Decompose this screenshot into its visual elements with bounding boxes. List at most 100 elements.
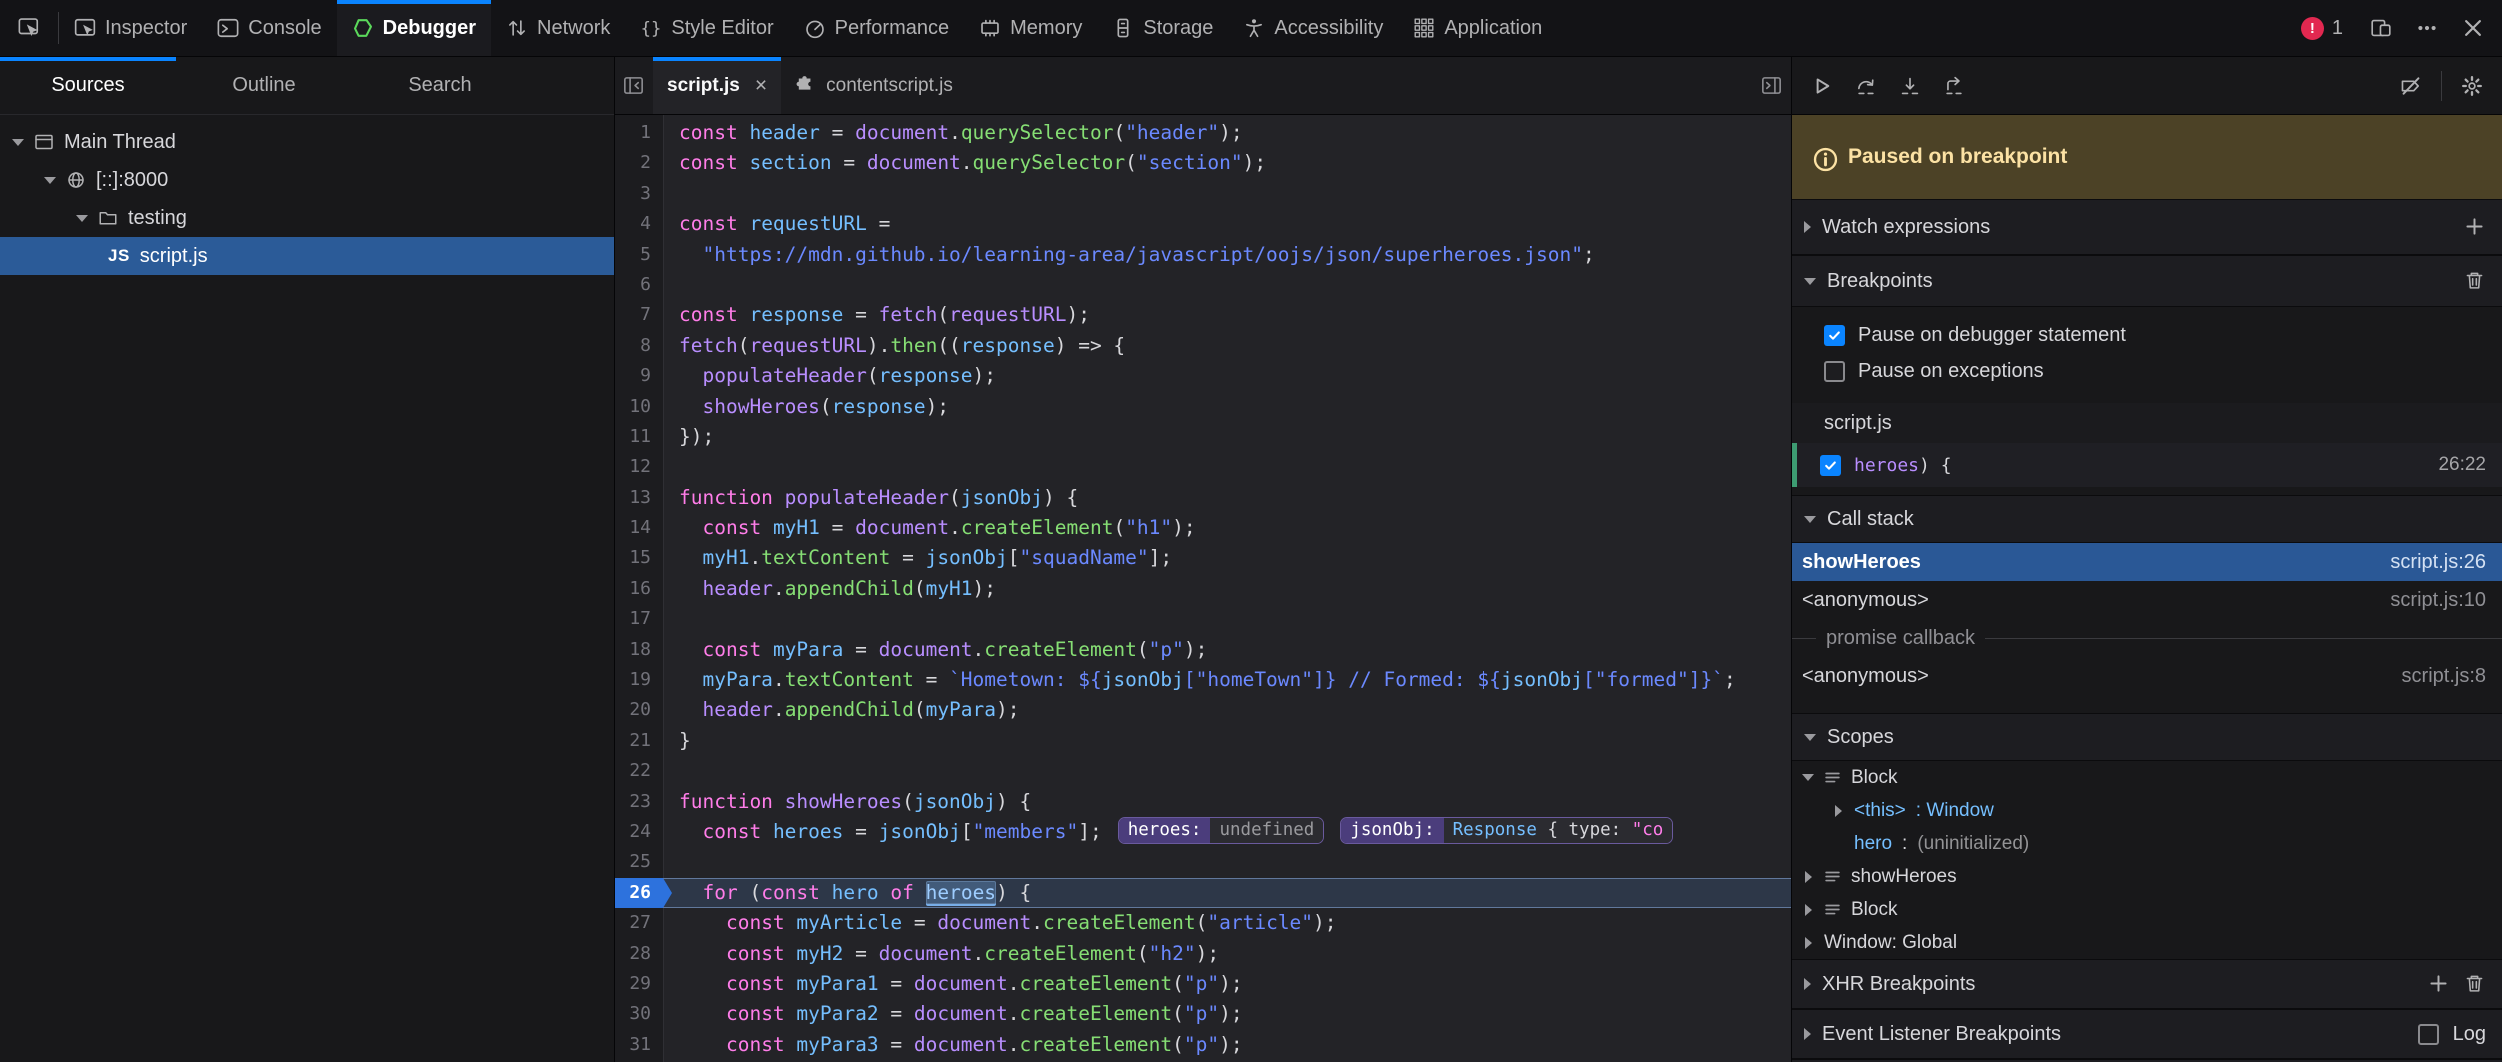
expand-panes-button[interactable] — [1753, 57, 1791, 114]
line-number[interactable]: 30 — [615, 999, 663, 1029]
add-watch-expression-icon[interactable] — [2464, 216, 2486, 238]
step-out-button[interactable] — [1934, 66, 1974, 106]
toolbox-tab-network[interactable]: Network — [491, 0, 625, 56]
source-tree-item-main-thread[interactable]: Main Thread — [0, 123, 614, 161]
source-tree-item-script-js[interactable]: JSscript.js — [0, 237, 614, 275]
scope-node[interactable]: showHeroes — [1792, 860, 2502, 893]
tab-script-js[interactable]: script.js × — [653, 57, 781, 114]
code-line[interactable]: 25 — [615, 847, 1791, 877]
scope-node[interactable]: Window: Global — [1792, 926, 2502, 959]
error-count-badge[interactable]: ! 1 — [2287, 17, 2357, 40]
code-line[interactable]: 2const section = document.querySelector(… — [615, 148, 1791, 178]
code-line[interactable]: 24 const heroes = jsonObj["members"];her… — [615, 817, 1791, 847]
toolbox-tab-application[interactable]: Application — [1398, 0, 1557, 56]
checkbox-pause-on-debugger-statement[interactable] — [1824, 325, 1845, 346]
code-line[interactable]: 11}); — [615, 422, 1791, 452]
chevron-right-icon[interactable] — [1805, 904, 1812, 916]
breakpoint-checkbox[interactable] — [1820, 455, 1841, 476]
code-line[interactable]: 6 — [615, 270, 1791, 300]
toolbox-tab-style-editor[interactable]: {}Style Editor — [625, 0, 788, 56]
toolbox-tab-memory[interactable]: Memory — [964, 0, 1097, 56]
line-number[interactable]: 14 — [615, 513, 663, 543]
line-number[interactable]: 4 — [615, 209, 663, 239]
line-number[interactable]: 28 — [615, 939, 663, 969]
line-number[interactable]: 10 — [615, 392, 663, 422]
breakpoint-option-pause-on-exceptions[interactable]: Pause on exceptions — [1792, 353, 2502, 389]
line-number[interactable]: 21 — [615, 726, 663, 756]
chevron-down-icon[interactable] — [12, 139, 24, 146]
code-line[interactable]: 12 — [615, 452, 1791, 482]
line-number[interactable]: 24 — [615, 817, 663, 847]
code-line[interactable]: 7const response = fetch(requestURL); — [615, 300, 1791, 330]
code-line[interactable]: 19 myPara.textContent = `Hometown: ${jso… — [615, 665, 1791, 695]
chevron-down-icon[interactable] — [44, 177, 56, 184]
line-number[interactable]: 23 — [615, 787, 663, 817]
code-line-paused[interactable]: 26 for (const hero of heroes) { — [615, 878, 1791, 908]
tab-contentscript-js[interactable]: contentscript.js — [781, 57, 967, 114]
code-line[interactable]: 8fetch(requestURL).then((response) => { — [615, 331, 1791, 361]
code-line[interactable]: 4const requestURL = — [615, 209, 1791, 239]
scopes-header[interactable]: Scopes — [1792, 713, 2502, 761]
line-number[interactable]: 2 — [615, 148, 663, 178]
disable-breakpoints-button[interactable] — [2391, 66, 2431, 106]
code-editor[interactable]: 1const header = document.querySelector("… — [615, 115, 1791, 1062]
source-tree-item-testing[interactable]: testing — [0, 199, 614, 237]
call-stack-frame-showheroes[interactable]: showHeroesscript.js:26 — [1792, 543, 2502, 581]
line-number[interactable]: 25 — [615, 847, 663, 877]
line-number[interactable]: 12 — [615, 452, 663, 482]
code-line[interactable]: 29 const myPara1 = document.createElemen… — [615, 969, 1791, 999]
remove-breakpoints-icon[interactable] — [2464, 270, 2486, 292]
line-number[interactable]: 6 — [615, 270, 663, 300]
sources-pane-tab-outline[interactable]: Outline — [176, 57, 352, 114]
collapse-sources-pane-button[interactable] — [615, 57, 653, 114]
breakpoints-header[interactable]: Breakpoints — [1792, 255, 2502, 307]
close-devtools-button[interactable] — [2450, 0, 2496, 56]
xhr-breakpoints-header[interactable]: XHR Breakpoints — [1792, 959, 2502, 1009]
line-number[interactable]: 5 — [615, 240, 663, 270]
code-line[interactable]: 21} — [615, 726, 1791, 756]
code-line[interactable]: 20 header.appendChild(myPara); — [615, 695, 1791, 725]
log-event-checkbox[interactable] — [2418, 1024, 2439, 1045]
add-xhr-breakpoint-icon[interactable] — [2428, 973, 2450, 995]
toolbox-tab-storage[interactable]: Storage — [1097, 0, 1228, 56]
code-line[interactable]: 15 myH1.textContent = jsonObj["squadName… — [615, 543, 1791, 573]
call-stack-frame-anonymous[interactable]: <anonymous>script.js:8 — [1792, 657, 2502, 695]
code-line[interactable]: 31 const myPara3 = document.createElemen… — [615, 1030, 1791, 1060]
code-line[interactable]: 30 const myPara2 = document.createElemen… — [615, 999, 1791, 1029]
scope-node[interactable]: Block — [1792, 893, 2502, 926]
chevron-right-icon[interactable] — [1805, 871, 1812, 883]
chevron-down-icon[interactable] — [76, 215, 88, 222]
close-tab-icon[interactable]: × — [755, 74, 767, 98]
line-number[interactable]: 7 — [615, 300, 663, 330]
settings-button[interactable] — [2452, 66, 2492, 106]
line-number[interactable]: 15 — [615, 543, 663, 573]
line-number[interactable]: 13 — [615, 483, 663, 513]
watch-expressions-header[interactable]: Watch expressions — [1792, 199, 2502, 255]
meatball-menu-button[interactable] — [2404, 0, 2450, 56]
line-number[interactable]: 1 — [615, 118, 663, 148]
line-number[interactable]: 26 — [615, 878, 663, 908]
scope-node[interactable]: hero: (uninitialized) — [1792, 827, 2502, 860]
remove-xhr-breakpoints-icon[interactable] — [2464, 973, 2486, 995]
call-stack-frame-anonymous[interactable]: <anonymous>script.js:10 — [1792, 581, 2502, 619]
toolbox-tab-performance[interactable]: Performance — [789, 0, 965, 56]
scope-node[interactable]: <this>: Window — [1792, 794, 2502, 827]
toolbox-tab-debugger[interactable]: Debugger — [337, 0, 491, 56]
resume-button[interactable] — [1802, 66, 1842, 106]
code-line[interactable]: 16 header.appendChild(myH1); — [615, 574, 1791, 604]
breakpoint-group-file[interactable]: script.js — [1792, 403, 2502, 443]
line-number[interactable]: 16 — [615, 574, 663, 604]
code-line[interactable]: 22 — [615, 756, 1791, 786]
sources-pane-tab-search[interactable]: Search — [352, 57, 528, 114]
toolbox-tab-accessibility[interactable]: Accessibility — [1228, 0, 1398, 56]
code-line[interactable]: 1const header = document.querySelector("… — [615, 118, 1791, 148]
line-number[interactable]: 19 — [615, 665, 663, 695]
line-number[interactable]: 11 — [615, 422, 663, 452]
line-number[interactable]: 29 — [615, 969, 663, 999]
toolbox-tab-inspector[interactable]: Inspector — [59, 0, 202, 56]
code-line[interactable]: 9 populateHeader(response); — [615, 361, 1791, 391]
checkbox-pause-on-exceptions[interactable] — [1824, 361, 1845, 382]
step-in-button[interactable] — [1890, 66, 1930, 106]
line-number[interactable]: 20 — [615, 695, 663, 725]
line-number[interactable]: 9 — [615, 361, 663, 391]
